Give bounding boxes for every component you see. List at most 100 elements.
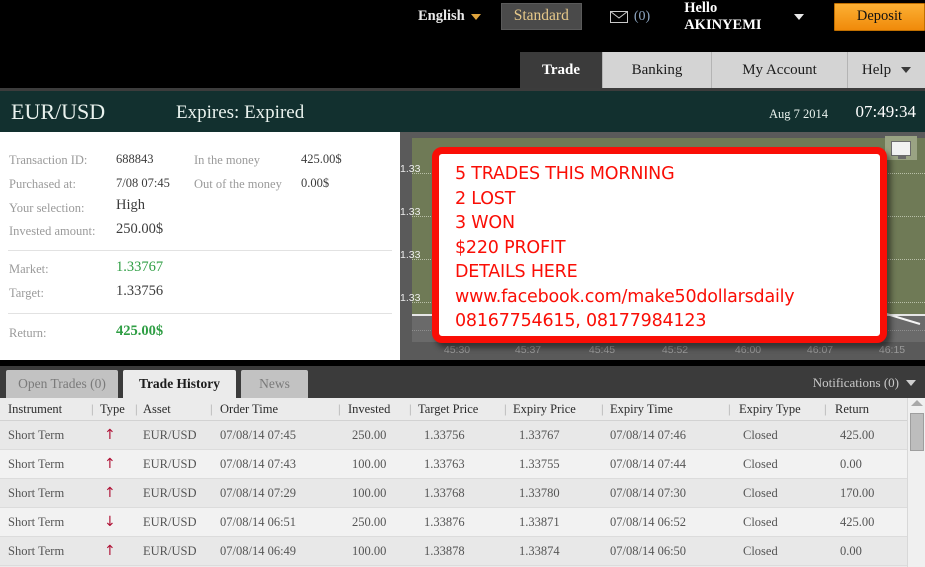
notifications-label: Notifications (0) bbox=[812, 375, 899, 390]
language-label: English bbox=[418, 8, 465, 24]
cell-expiry-type: Closed bbox=[743, 486, 778, 500]
asset-header-bar: EUR/USD Expires: Expired Aug 7 2014 07:4… bbox=[0, 88, 925, 132]
cell-instrument: Short Term bbox=[8, 515, 65, 529]
cell-asset: EUR/USD bbox=[143, 515, 197, 529]
overlay-line-3: $220 PROFIT bbox=[455, 237, 566, 258]
divider bbox=[8, 313, 392, 314]
cell-order-time: 07/08/14 07:43 bbox=[220, 457, 297, 471]
divider bbox=[8, 250, 392, 251]
nav-tab-trade[interactable]: Trade bbox=[520, 52, 602, 88]
nav-tab-help[interactable]: Help bbox=[847, 52, 925, 88]
table-row[interactable]: Short Term ↓ EUR/USD 07/08/14 06:51 250.00 1.… bbox=[0, 508, 907, 537]
cell-asset: EUR/USD bbox=[143, 457, 197, 471]
table-body: Short Term ↑ EUR/USD 07/08/14 07:45 250.00 1.… bbox=[0, 421, 925, 566]
monitor-icon[interactable] bbox=[885, 136, 917, 160]
cell-expiry-type: Closed bbox=[743, 428, 778, 442]
table-scrollbar[interactable] bbox=[907, 398, 925, 567]
trading-platform-window: English Standard (0) Hello AKINYEMI Depo… bbox=[0, 0, 925, 567]
cell-instrument: Short Term bbox=[8, 457, 65, 471]
top-utility-bar: English Standard (0) Hello AKINYEMI Depo… bbox=[0, 0, 925, 52]
deposit-button[interactable]: Deposit bbox=[833, 2, 925, 31]
scroll-up-arrow-icon[interactable] bbox=[911, 400, 923, 406]
overlay-line-2: 3 WON bbox=[455, 213, 515, 233]
cell-expiry-price: 1.33874 bbox=[519, 544, 560, 558]
arrow-down-icon: ↓ bbox=[104, 514, 116, 530]
cell-target-price: 1.33878 bbox=[424, 544, 465, 558]
nav-tab-my-account[interactable]: My Account bbox=[711, 52, 847, 88]
overlay-facebook-url: www.facebook.com/make50dollarsdaily bbox=[455, 286, 795, 307]
cell-target-price: 1.33768 bbox=[424, 486, 465, 500]
market-label: Market: bbox=[9, 262, 49, 276]
language-selector[interactable]: English bbox=[410, 8, 489, 25]
out-of-money-label: Out of the money bbox=[194, 177, 282, 191]
x-axis-tick-6: 46:15 bbox=[878, 344, 906, 356]
target-value: 1.33756 bbox=[116, 283, 164, 299]
out-of-money-value: 0.00$ bbox=[301, 176, 330, 190]
trade-history-table: Instrument | Type | Asset | Order Time |… bbox=[0, 398, 925, 567]
cell-expiry-type: Closed bbox=[743, 457, 778, 471]
column-divider: | bbox=[338, 402, 341, 416]
panel-tab-bar: Open Trades (0) Trade History News Notif… bbox=[0, 366, 925, 398]
arrow-up-icon: ↑ bbox=[104, 456, 116, 472]
column-header-instrument[interactable]: Instrument bbox=[8, 402, 62, 417]
column-header-invested[interactable]: Invested bbox=[348, 402, 390, 417]
cell-return: 0.00 bbox=[840, 457, 862, 471]
column-header-expiry-type[interactable]: Expiry Type bbox=[739, 402, 801, 417]
user-menu[interactable]: Hello AKINYEMI bbox=[684, 0, 804, 34]
cell-order-time: 07/08/14 07:45 bbox=[220, 428, 297, 442]
column-divider: | bbox=[824, 402, 827, 416]
column-header-expiry-time[interactable]: Expiry Time bbox=[610, 402, 673, 417]
column-divider: | bbox=[210, 402, 213, 416]
table-row[interactable]: Short Term ↑ EUR/USD 07/08/14 06:49 100.00 1.… bbox=[0, 537, 907, 566]
cell-asset: EUR/USD bbox=[143, 486, 197, 500]
cell-invested: 250.00 bbox=[352, 515, 387, 529]
tab-news[interactable]: News bbox=[241, 370, 308, 398]
cell-return: 0.00 bbox=[840, 544, 862, 558]
x-axis-tick-3: 45:52 bbox=[661, 344, 689, 356]
main-navigation: Trade Banking My Account Help bbox=[0, 52, 925, 88]
arrow-up-icon: ↑ bbox=[104, 427, 116, 443]
target-label: Target: bbox=[9, 286, 44, 300]
messages-link[interactable]: (0) bbox=[609, 9, 650, 25]
asset-name: EUR/USD bbox=[11, 99, 106, 124]
table-row[interactable]: Short Term ↑ EUR/USD 07/08/14 07:43 100.00 1.… bbox=[0, 450, 907, 479]
tab-open-trades[interactable]: Open Trades (0) bbox=[6, 370, 118, 398]
column-header-type[interactable]: Type bbox=[100, 402, 125, 417]
account-type-badge[interactable]: Standard bbox=[500, 3, 582, 30]
cell-expiry-time: 07/08/14 07:44 bbox=[610, 457, 687, 471]
column-divider: | bbox=[601, 402, 604, 416]
cell-expiry-price: 1.33755 bbox=[519, 457, 560, 471]
column-divider: | bbox=[409, 402, 412, 416]
promotional-overlay: 5 TRADES THIS MORNING 2 LOST 3 WON $220 … bbox=[432, 147, 887, 343]
in-the-money-value: 425.00$ bbox=[301, 152, 342, 166]
market-value: 1.33767 bbox=[116, 259, 164, 275]
selection-label: Your selection: bbox=[9, 201, 85, 215]
cell-order-time: 07/08/14 07:29 bbox=[220, 486, 297, 500]
cell-instrument: Short Term bbox=[8, 544, 65, 558]
transaction-details-panel: Transaction ID: 688843 In the money 425.… bbox=[0, 132, 400, 360]
column-header-asset[interactable]: Asset bbox=[143, 402, 171, 417]
invested-amount-value: 250.00$ bbox=[116, 221, 164, 237]
column-header-return[interactable]: Return bbox=[835, 402, 869, 417]
notifications-menu[interactable]: Notifications (0) bbox=[813, 375, 916, 391]
table-row[interactable]: Short Term ↑ EUR/USD 07/08/14 07:45 250.00 1.… bbox=[0, 421, 907, 450]
return-label: Return: bbox=[9, 326, 47, 340]
cell-invested: 250.00 bbox=[352, 428, 387, 442]
transaction-id-label: Transaction ID: bbox=[9, 153, 88, 167]
table-header-row: Instrument | Type | Asset | Order Time |… bbox=[0, 398, 925, 421]
column-header-order-time[interactable]: Order Time bbox=[220, 402, 278, 417]
table-row[interactable]: Short Term ↑ EUR/USD 07/08/14 07:29 100.00 1.… bbox=[0, 479, 907, 508]
cell-asset: EUR/USD bbox=[143, 544, 197, 558]
tab-trade-history[interactable]: Trade History bbox=[123, 370, 236, 398]
x-axis-tick-1: 45:37 bbox=[514, 344, 542, 356]
column-divider: | bbox=[91, 402, 94, 416]
column-divider: | bbox=[135, 402, 138, 416]
column-header-expiry-price[interactable]: Expiry Price bbox=[513, 402, 576, 417]
cell-target-price: 1.33756 bbox=[424, 428, 465, 442]
scrollbar-thumb[interactable] bbox=[910, 413, 924, 451]
purchased-at-label: Purchased at: bbox=[9, 177, 76, 191]
column-divider: | bbox=[504, 402, 507, 416]
cell-return: 170.00 bbox=[840, 486, 875, 500]
column-header-target-price[interactable]: Target Price bbox=[418, 402, 478, 417]
nav-tab-banking[interactable]: Banking bbox=[602, 52, 711, 88]
